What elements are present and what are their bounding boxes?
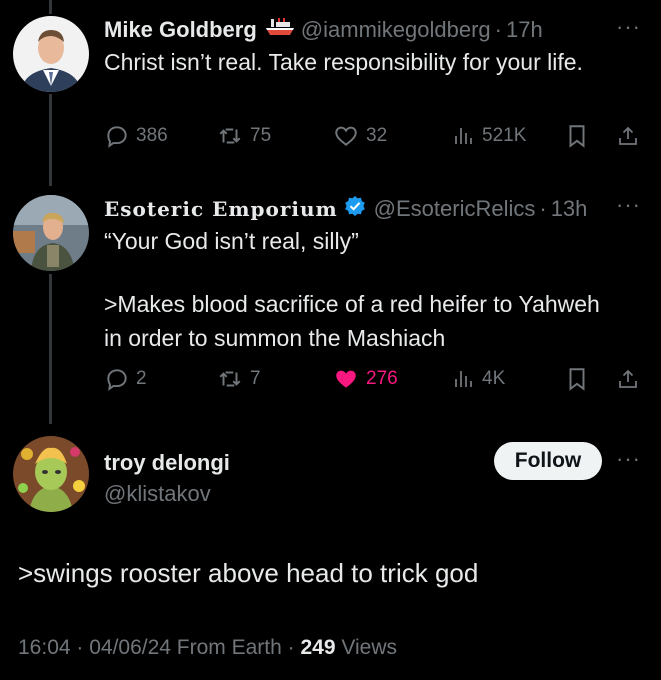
display-name[interactable]: troy delongi [104,450,230,476]
display-name[interactable]: Mike Goldberg [104,17,257,43]
share-button[interactable] [616,123,640,149]
separator-dot: · [539,196,547,221]
main-tweet-text: >swings rooster above head to trick god [18,558,479,588]
thread-line-2 [49,274,52,424]
tweet-1-actions: 386 75 32 521K [104,123,644,153]
main-tweet-handle: @klistakov [104,481,211,507]
share-button[interactable] [616,366,640,392]
tweet-2-actions: 2 7 276 4K [104,366,644,396]
handle[interactable]: @iammikegoldberg [301,17,491,43]
analytics-icon [455,371,472,387]
like-count: 32 [366,125,388,146]
heart-filled-icon [336,370,356,388]
analytics-icon [455,128,472,144]
like-count: 276 [366,368,398,389]
reply-count: 386 [136,125,168,146]
views-button[interactable]: 4K [452,366,505,392]
timestamp-line[interactable]: 16:04 · 04/06/24 From Earth · [18,636,300,659]
views-label: Views [335,636,398,659]
ship-emoji-icon [265,16,295,44]
main-tweet-meta: 16:04 · 04/06/24 From Earth · 249 Views [18,636,397,660]
bookmark-icon [569,125,585,148]
main-tweet-name: troy delongi [104,450,230,476]
heart-icon [335,126,357,146]
timestamp[interactable]: 13h [551,196,588,222]
like-button[interactable]: 32 [332,123,387,149]
reply-count: 2 [136,368,147,389]
tweet-1-header: Mike Goldberg @iammikegoldberg · 17h [104,16,543,44]
display-name[interactable]: Esoteric Emporium [104,197,338,221]
avatar-troy-delongi[interactable] [13,436,89,512]
more-options-icon[interactable]: ··· [616,446,641,472]
repost-button[interactable]: 75 [216,123,271,149]
tweet-2-header: Esoteric Emporium @EsotericRelics · 13h [104,195,587,223]
repost-count: 7 [250,368,261,389]
handle[interactable]: @klistakov [104,481,211,507]
thread-line-top [49,0,52,14]
reply-icon [107,369,127,391]
separator-dot: · [494,17,502,42]
bookmark-button[interactable] [566,366,588,392]
avatar-mike-goldberg[interactable] [13,16,89,92]
repost-icon [219,371,241,387]
views-count: 4K [482,368,506,389]
views-count: 521K [482,125,527,146]
views-button[interactable]: 521K [452,123,526,149]
reply-icon [107,126,127,148]
follow-button[interactable]: Follow [494,442,602,480]
avatar-esoteric-emporium[interactable] [13,195,89,271]
share-icon [619,126,637,145]
reply-button[interactable]: 386 [104,123,168,149]
tweet-2-text-line2: >Makes blood sacrifice of a red heifer t… [104,291,600,351]
tweet-1-text: Christ isn’t real. Take responsibility f… [104,49,583,75]
timestamp[interactable]: 17h [506,17,543,43]
views-count: 249 [300,636,336,659]
reply-button[interactable]: 2 [104,366,147,392]
more-options-icon[interactable]: ··· [616,14,641,40]
share-icon [619,369,637,388]
bookmark-icon [569,368,585,391]
bookmark-button[interactable] [566,123,588,149]
thread-line-1 [49,94,52,186]
verified-badge-icon [344,195,366,223]
repost-icon [219,128,241,144]
handle[interactable]: @EsotericRelics [374,196,536,222]
repost-count: 75 [250,125,272,146]
more-options-icon[interactable]: ··· [616,192,641,218]
tweet-2-text-line1: “Your God isn’t real, silly” [104,228,359,254]
repost-button[interactable]: 7 [216,366,261,392]
like-button[interactable]: 276 [332,366,398,392]
